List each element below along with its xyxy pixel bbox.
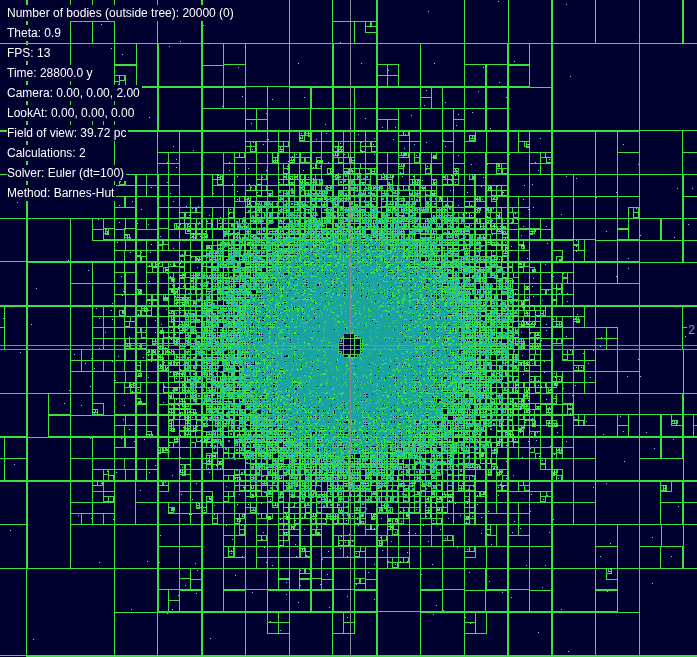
simulation-window: Number of bodies (outside tree): 20000 (…: [0, 0, 697, 657]
hud-line: Camera: 0.00, 0.00, 2.00: [7, 85, 142, 101]
hud-line: Method: Barnes-Hut: [7, 185, 116, 201]
hud-line: Calculations: 2: [7, 145, 88, 161]
hud-line: Number of bodies (outside tree): 20000 (…: [7, 5, 236, 21]
hud-line: Time: 28800.0 y: [7, 65, 95, 81]
hud-line: Solver: Euler (dt=100): [7, 165, 126, 181]
hud-line: FPS: 13: [7, 45, 52, 61]
hud-panel: Number of bodies (outside tree): 20000 (…: [7, 5, 236, 201]
axis-label: 2: [687, 322, 697, 338]
hud-line: Field of view: 39.72 pc: [7, 125, 128, 141]
hud-line: LookAt: 0.00, 0.00, 0.00: [7, 105, 136, 121]
hud-line: Theta: 0.9: [7, 25, 63, 41]
